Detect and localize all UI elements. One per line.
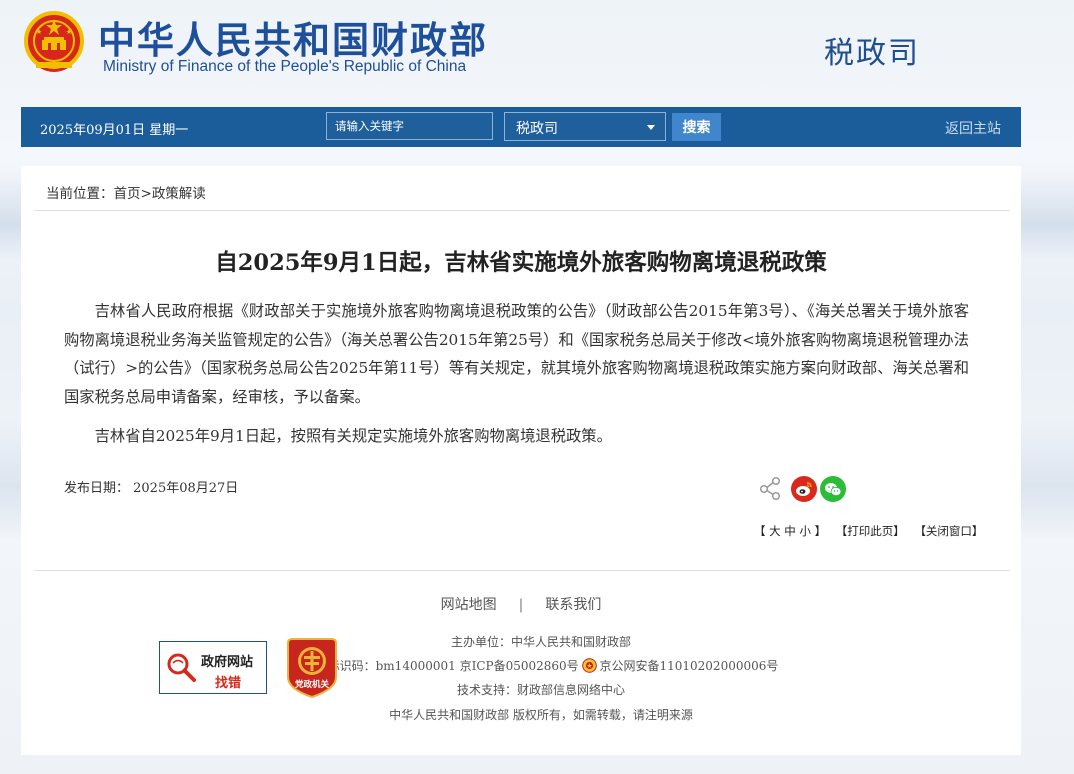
gov-badge-line2: 找错 [215,676,242,691]
gov-site-error-badge[interactable]: 政府网站 找错 [159,641,267,694]
sitemap-link[interactable]: 网站地图 [441,597,497,613]
breadcrumb-current-link[interactable]: 政策解读 [152,186,206,202]
site-header: 中华人民共和国财政部 Ministry of Finance of the Pe… [0,0,1074,100]
search-button[interactable]: 搜索 [672,113,721,141]
police-badge-icon [582,658,598,673]
scope-select-value: 税政司 [516,121,558,137]
breadcrumb: 当前位置：首页>政策解读 [46,182,206,202]
footer-police-record[interactable]: 京公网安备11010202000006号 [599,659,778,673]
breadcrumb-home-link[interactable]: 首页 [114,186,141,202]
wechat-glyph-icon [825,482,842,496]
weibo-icon[interactable] [791,476,817,502]
article-tools: 【 大 中 小 】 【打印此页】 【关闭窗口】 [754,523,989,539]
dz-badge-text: 党政机关 [295,679,330,690]
close-window-link[interactable]: 【关闭窗口】 [914,524,983,538]
wechat-icon[interactable] [820,476,846,502]
nav-bar: 2025年09月01日 星期一 税政司 搜索 返回主站 [21,107,1021,147]
current-date: 2025年09月01日 星期一 [40,123,189,138]
chevron-down-icon [647,125,655,130]
site-title-cn[interactable]: 中华人民共和国财政部 [98,10,488,64]
search-input[interactable] [326,112,493,140]
publish-date: 发布日期： 2025年08月27日 [64,481,239,496]
article-title: 自2025年9月1日起，吉林省实施境外旅客购物离境退税政策 [215,250,827,276]
weibo-glyph-icon [796,482,812,496]
footer-copyright: 中华人民共和国财政部 版权所有，如需转载，请注明来源 [389,708,693,722]
breadcrumb-prefix: 当前位置： [46,186,114,202]
content-panel: 当前位置：首页>政策解读 自2025年9月1日起，吉林省实施境外旅客购物离境退税… [21,166,1021,755]
article-paragraph: 吉林省人民政府根据《财政部关于实施境外旅客购物离境退税政策的公告》（财政部公告2… [64,302,969,406]
footer-site-id[interactable]: 网站标识码：bm14000001 京ICP备05002860号 [304,659,579,673]
divider [34,210,1010,211]
print-page-link[interactable]: 【打印此页】 [836,524,905,538]
contact-link[interactable]: 联系我们 [545,597,601,613]
scope-select[interactable]: 税政司 [504,112,666,141]
breadcrumb-separator: > [140,186,152,202]
national-emblem-icon[interactable] [22,10,86,76]
divider [34,570,1010,571]
footer-links: 网站地图 | 联系我们 [21,594,1021,614]
gov-badge-line1: 政府网站 [201,655,254,670]
font-size-control[interactable]: 【 大 中 小 】 [754,524,826,538]
department-name: 税政司 [824,36,920,71]
article-paragraph: 吉林省自2025年9月1日起，按照有关规定实施境外旅客购物离境退税政策。 [94,427,612,445]
share-icon[interactable] [758,476,782,500]
footer-link-separator: | [518,597,524,613]
gov-error-icon [165,650,198,686]
site-title-en[interactable]: Ministry of Finance of the People's Repu… [103,58,466,76]
party-gov-badge-icon[interactable]: 党政机关 [286,637,338,699]
return-home-link[interactable]: 返回主站 [945,118,1001,138]
